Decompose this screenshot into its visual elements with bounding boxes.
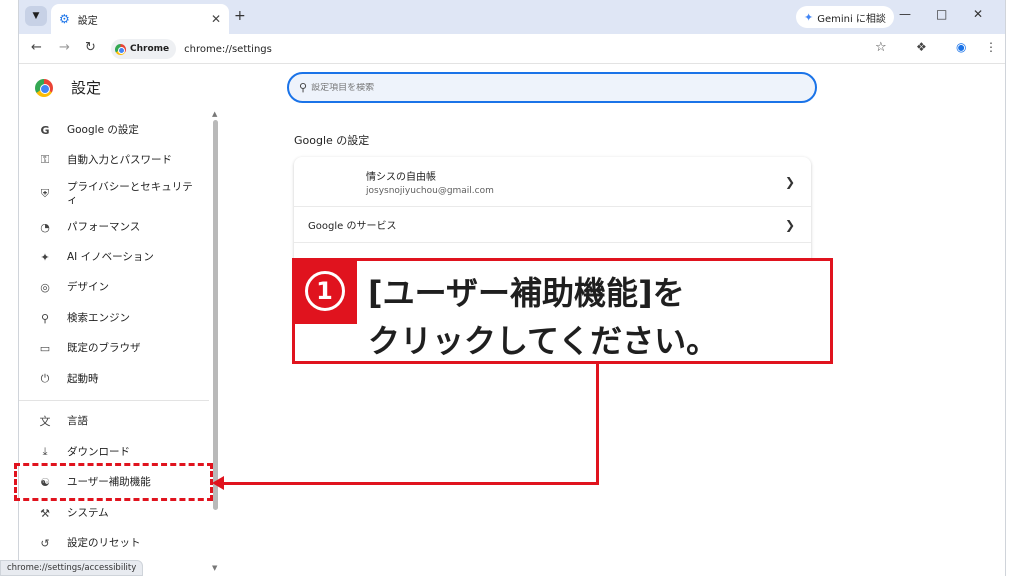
sidebar-item-label: システム <box>67 506 109 519</box>
sidebar-item-label: 起動時 <box>67 372 99 385</box>
status-url-bubble: chrome://settings/accessibility <box>0 560 144 576</box>
chevron-right-icon: ❯ <box>784 174 795 189</box>
search-icon: ⚲ <box>40 311 50 325</box>
minimize-icon[interactable]: — <box>899 7 911 21</box>
sidebar-item-on-startup[interactable]: ⏻ 起動時 <box>19 366 209 392</box>
instruction-callout: 1 [ユーザー補助機能]を クリックしてください。 <box>292 258 833 364</box>
sidebar-item-label: デザイン <box>67 280 109 293</box>
account-name: 情シスの自由帳 <box>366 171 436 183</box>
page-title: 設定 <box>71 79 102 97</box>
palette-icon: ◎ <box>40 280 50 294</box>
gemini-button[interactable]: ✦ Gemini に相談 <box>796 6 894 28</box>
gemini-label: Gemini に相談 <box>817 13 886 25</box>
speedometer-icon: ◔ <box>40 220 50 234</box>
sidebar-item-ai[interactable]: ✦ AI イノベーション <box>19 244 209 270</box>
sidebar-item-reset[interactable]: ↺ 設定のリセット <box>19 530 209 556</box>
account-row[interactable]: 情シスの自由帳 josysnojiyuchou@gmail.com ❯ <box>294 157 811 207</box>
screenshot-stage: ▼ ⚙ 設定 ✕ + ✦ Gemini に相談 — □ ✕ ← → ↻ Chro… <box>0 0 1024 576</box>
gemini-sparkle-icon: ✦ <box>804 10 814 24</box>
search-icon: ⚲ <box>299 81 308 94</box>
wrench-icon: ⚒ <box>40 506 50 520</box>
arrow-head-icon <box>212 476 224 490</box>
sidebar-item-google[interactable]: G Google の設定 <box>19 117 209 143</box>
sidebar-item-label: 既定のブラウザ <box>67 341 141 354</box>
sidebar-item-label: 自動入力とパスワード <box>67 153 172 166</box>
sidebar-item-label: 検索エンジン <box>67 311 130 324</box>
sidebar-item-label: 設定のリセット <box>67 536 141 549</box>
url-text: chrome://settings <box>184 43 272 55</box>
sidebar-item-label: 言語 <box>67 414 88 427</box>
sidebar-item-label: プライバシーとセキュリティ <box>67 181 193 206</box>
settings-sidebar: G Google の設定 ⚿ 自動入力とパスワード ⛨ プライバシーとセキュリテ… <box>19 114 215 576</box>
bookmark-star-icon[interactable]: ☆ <box>875 40 887 55</box>
chrome-chip[interactable]: Chrome <box>111 39 177 59</box>
close-window-icon[interactable]: ✕ <box>973 7 983 21</box>
callout-connector <box>596 364 599 484</box>
scroll-up-arrow-icon[interactable]: ▲ <box>212 110 217 118</box>
sidebar-item-system[interactable]: ⚒ システム <box>19 500 209 526</box>
menu-kebab-icon[interactable]: ⋮ <box>985 40 997 54</box>
sidebar-item-label: AI イノベーション <box>67 250 154 263</box>
sidebar-item-appearance[interactable]: ◎ デザイン <box>19 274 209 300</box>
sidebar-item-performance[interactable]: ◔ パフォーマンス <box>19 214 209 240</box>
accessibility-highlight-box <box>14 463 213 501</box>
settings-search[interactable]: ⚲ <box>287 72 817 103</box>
translate-icon: 文 <box>39 415 51 428</box>
search-input[interactable] <box>311 82 792 93</box>
account-info: 情シスの自由帳 josysnojiyuchou@gmail.com <box>366 168 494 196</box>
sidebar-item-privacy[interactable]: ⛨ プライバシーとセキュリティ <box>19 178 209 210</box>
address-bar[interactable]: Chrome chrome://settings <box>111 37 897 61</box>
instruction-line-1: [ユーザー補助機能]を <box>368 274 685 312</box>
sidebar-item-label: Google の設定 <box>67 123 139 136</box>
tab-title: 設定 <box>77 15 98 27</box>
sidebar-item-label: ダウンロード <box>67 445 130 458</box>
chevron-right-icon: ❯ <box>784 217 795 232</box>
gear-icon: ⚙ <box>59 12 70 26</box>
profile-avatar-icon[interactable]: ◉ <box>956 40 966 54</box>
back-arrow-icon[interactable]: ← <box>31 40 42 55</box>
chrome-logo-icon <box>35 78 53 97</box>
google-g-icon: G <box>40 123 50 137</box>
account-email: josysnojiyuchou@gmail.com <box>366 185 494 196</box>
reset-icon: ↺ <box>40 536 50 550</box>
new-tab-button[interactable]: + <box>234 8 246 24</box>
sidebar-item-search-engine[interactable]: ⚲ 検索エンジン <box>19 305 209 331</box>
shield-icon: ⛨ <box>40 187 50 200</box>
step-number: 1 <box>304 271 345 311</box>
step-badge: 1 <box>292 258 357 324</box>
download-icon: ⤓ <box>42 445 48 458</box>
tab-strip: ▼ ⚙ 設定 ✕ + ✦ Gemini に相談 — □ ✕ <box>19 0 1005 34</box>
callout-connector <box>222 482 599 485</box>
google-services-label: Google のサービス <box>308 221 397 232</box>
forward-arrow-icon[interactable]: → <box>59 40 70 55</box>
google-services-row[interactable]: Google のサービス ❯ <box>294 207 811 243</box>
instruction-line-2: クリックしてください。 <box>368 322 719 360</box>
chrome-chip-label: Chrome <box>130 44 170 54</box>
close-tab-icon[interactable]: ✕ <box>211 12 221 26</box>
sidebar-divider <box>19 400 209 401</box>
extensions-icon[interactable]: ❖ <box>916 40 927 54</box>
browser-window-icon: ▭ <box>39 341 51 355</box>
settings-brand: 設定 <box>35 77 101 98</box>
maximize-icon[interactable]: □ <box>936 7 947 21</box>
section-title: Google の設定 <box>294 134 370 147</box>
sidebar-item-label: パフォーマンス <box>67 220 141 233</box>
chrome-logo-icon <box>115 43 126 55</box>
sidebar-scrollbar[interactable] <box>213 120 218 510</box>
sidebar-item-downloads[interactable]: ⤓ ダウンロード <box>19 439 209 465</box>
sidebar-item-autofill[interactable]: ⚿ 自動入力とパスワード <box>19 147 209 173</box>
reload-icon[interactable]: ↻ <box>85 40 96 55</box>
scroll-down-arrow-icon[interactable]: ▼ <box>212 564 217 572</box>
tab-search-chevron-icon[interactable]: ▼ <box>25 6 47 26</box>
sparkle-icon: ✦ <box>40 250 50 264</box>
toolbar: ← → ↻ Chrome chrome://settings ☆ ❖ ◉ ⋮ <box>19 34 1005 64</box>
power-icon: ⏻ <box>40 372 50 385</box>
sidebar-item-default-browser[interactable]: ▭ 既定のブラウザ <box>19 335 209 361</box>
key-icon: ⚿ <box>40 153 50 166</box>
sidebar-item-languages[interactable]: 文 言語 <box>19 408 209 434</box>
tab-settings[interactable]: ⚙ 設定 ✕ <box>51 4 229 34</box>
